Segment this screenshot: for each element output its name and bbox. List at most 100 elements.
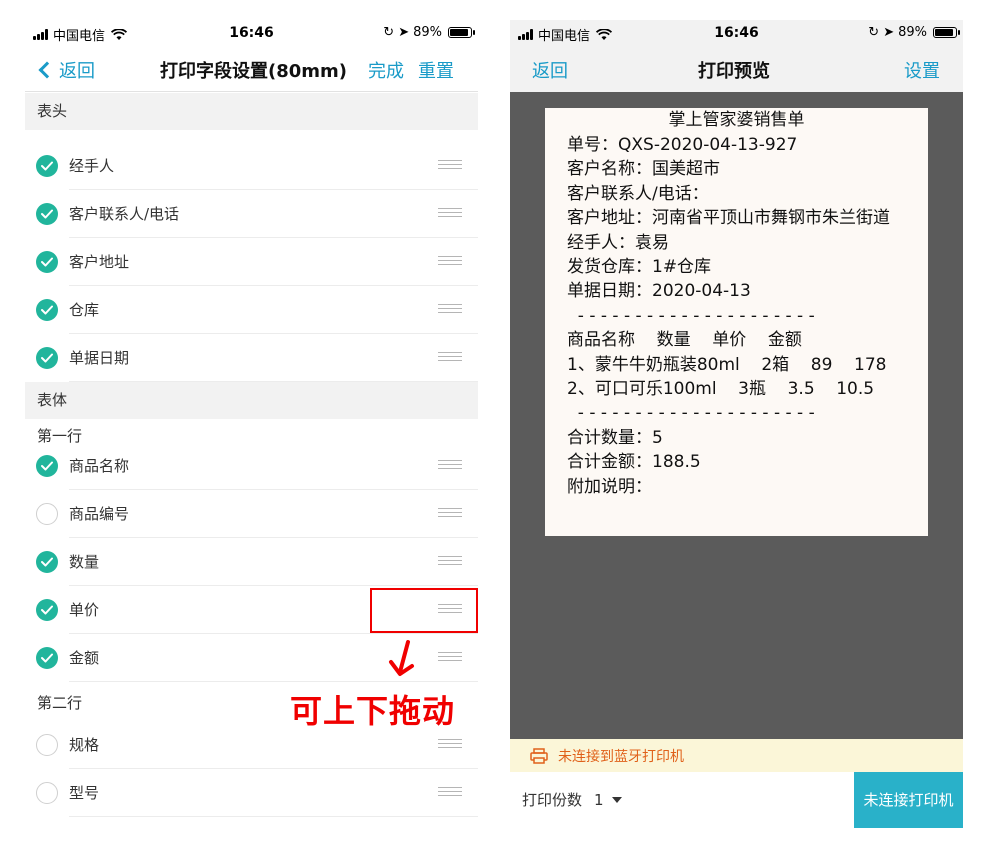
receipt-line: 客户地址：河南省平顶山市舞钢市朱兰街道	[567, 208, 890, 229]
page-title: 打印预览	[698, 61, 770, 82]
bottom-bar: 打印份数 1 未连接打印机	[510, 772, 963, 828]
battery-icon	[933, 27, 960, 38]
checked-icon[interactable]	[36, 347, 58, 369]
field-row[interactable]: 商品编号	[25, 490, 478, 538]
back-button[interactable]: 返回	[37, 57, 95, 83]
reset-button[interactable]: 重置	[418, 57, 454, 83]
drag-handle-icon[interactable]	[438, 556, 462, 566]
drag-handle-icon[interactable]	[438, 208, 462, 218]
back-button[interactable]: 返回	[532, 57, 568, 83]
drag-handle-icon[interactable]	[438, 352, 462, 362]
field-label: 规格	[69, 736, 100, 754]
field-label: 仓库	[69, 301, 100, 319]
receipt-line: 单号：QXS-2020-04-13-927	[567, 135, 798, 155]
drag-annotation: 可上下拖动	[290, 692, 456, 730]
receipt-title: 掌上管家婆销售单	[668, 110, 805, 130]
field-row[interactable]: 型号	[25, 769, 478, 817]
receipt-line: 经手人：袁易	[567, 232, 669, 253]
unchecked-icon[interactable]	[36, 782, 58, 804]
field-label: 金额	[69, 649, 100, 667]
orientation-lock-icon: ↻	[868, 25, 880, 40]
receipt-line: 2、可口可乐100ml 3瓶 3.5 10.5	[567, 379, 875, 400]
copies-label: 打印份数	[522, 791, 583, 809]
receipt-line: - - - - - - - - - - - - - - - - - - - - …	[567, 403, 815, 424]
receipt-line: 合计数量：5	[567, 427, 663, 448]
receipt-line: 单据日期：2020-04-13	[567, 281, 751, 302]
drag-handle-icon[interactable]	[438, 739, 462, 749]
copies-value: 1	[594, 790, 604, 809]
field-row[interactable]: 客户地址	[25, 238, 478, 286]
status-bar: 中国电信 16:46 ↻ ➤ 89%	[510, 20, 963, 46]
location-icon: ➤	[883, 25, 895, 40]
field-label: 商品名称	[69, 457, 130, 475]
drag-handle-icon[interactable]	[438, 460, 462, 470]
page-title: 打印字段设置(80mm)	[160, 61, 348, 82]
drag-handle-icon[interactable]	[438, 652, 462, 662]
connect-printer-button[interactable]: 未连接打印机	[854, 772, 963, 828]
unchecked-icon[interactable]	[36, 503, 58, 525]
field-row[interactable]: 经手人	[25, 142, 478, 190]
chevron-left-icon	[38, 61, 56, 79]
checked-icon[interactable]	[36, 251, 58, 273]
printer-status-text: 未连接到蓝牙打印机	[558, 748, 684, 765]
field-label: 单价	[69, 601, 100, 619]
field-label: 单据日期	[69, 349, 130, 367]
checked-icon[interactable]	[36, 299, 58, 321]
field-label: 型号	[69, 784, 100, 802]
checked-icon[interactable]	[36, 155, 58, 177]
status-bar: 中国电信 16:46 ↻ ➤ 89%	[25, 20, 478, 46]
receipt-preview: 掌上管家婆销售单 单号：QXS-2020-04-13-927 客户名称：国美超市客…	[545, 108, 928, 536]
drag-handle-icon[interactable]	[438, 787, 462, 797]
nav-bar: 返回 打印预览 设置	[510, 46, 963, 92]
battery-percent: 89%	[413, 25, 442, 40]
unchecked-icon[interactable]	[36, 734, 58, 756]
receipt-line: 1、蒙牛牛奶瓶装80ml 2箱 89 178	[567, 354, 887, 375]
receipt-line: 附加说明：	[567, 476, 652, 497]
caret-down-icon	[611, 796, 622, 803]
receipt-line: 合计金额：188.5	[567, 452, 701, 473]
nav-bar: 返回 打印字段设置(80mm) 完成 重置	[25, 46, 478, 92]
row2-label: 第二行	[37, 694, 83, 712]
field-row[interactable]: 商品名称	[25, 442, 478, 490]
copies-selector[interactable]: 打印份数 1	[522, 789, 622, 810]
field-label: 商品编号	[69, 505, 130, 523]
receipt-line: - - - - - - - - - - - - - - - - - - - - …	[567, 305, 815, 326]
section-header-head: 表头	[25, 93, 478, 130]
drag-handle-icon[interactable]	[438, 304, 462, 314]
back-label: 返回	[59, 61, 95, 82]
arrow-down-icon	[389, 640, 414, 676]
field-row[interactable]: 客户联系人/电话	[25, 190, 478, 238]
checked-icon[interactable]	[36, 551, 58, 573]
printer-icon	[530, 747, 548, 764]
section-header-body: 表体	[25, 382, 478, 419]
receipt-line: 客户联系人/电话：	[567, 183, 709, 204]
field-row[interactable]: 数量	[25, 538, 478, 586]
field-label: 经手人	[69, 157, 115, 175]
row-divider	[69, 681, 478, 682]
receipt-line: 商品名称 数量 单价 金额	[567, 330, 802, 351]
field-label: 客户地址	[69, 253, 130, 271]
field-row[interactable]: 单据日期	[25, 334, 478, 382]
checked-icon[interactable]	[36, 203, 58, 225]
drag-handle-icon[interactable]	[438, 256, 462, 266]
drag-handle-icon[interactable]	[438, 160, 462, 170]
receipt-line: 发货仓库：1#仓库	[567, 257, 712, 278]
location-icon: ➤	[398, 25, 410, 40]
battery-icon	[448, 27, 475, 38]
checked-icon[interactable]	[36, 599, 58, 621]
receipt-line: 客户名称：国美超市	[567, 159, 720, 180]
settings-button[interactable]: 设置	[904, 57, 940, 83]
print-preview-screen: 中国电信 16:46 ↻ ➤ 89% 返回 打印预览 设置 掌上管家婆销售单 单…	[510, 20, 963, 828]
printer-status-bar: 未连接到蓝牙打印机	[510, 739, 963, 772]
row-divider	[69, 816, 478, 817]
checked-icon[interactable]	[36, 455, 58, 477]
orientation-lock-icon: ↻	[383, 25, 395, 40]
field-label: 数量	[69, 553, 100, 571]
done-button[interactable]: 完成	[368, 57, 404, 83]
drag-handle-icon[interactable]	[438, 508, 462, 518]
battery-percent: 89%	[898, 25, 927, 40]
checked-icon[interactable]	[36, 647, 58, 669]
field-row[interactable]: 仓库	[25, 286, 478, 334]
highlight-box	[370, 588, 478, 633]
field-label: 客户联系人/电话	[69, 205, 180, 223]
